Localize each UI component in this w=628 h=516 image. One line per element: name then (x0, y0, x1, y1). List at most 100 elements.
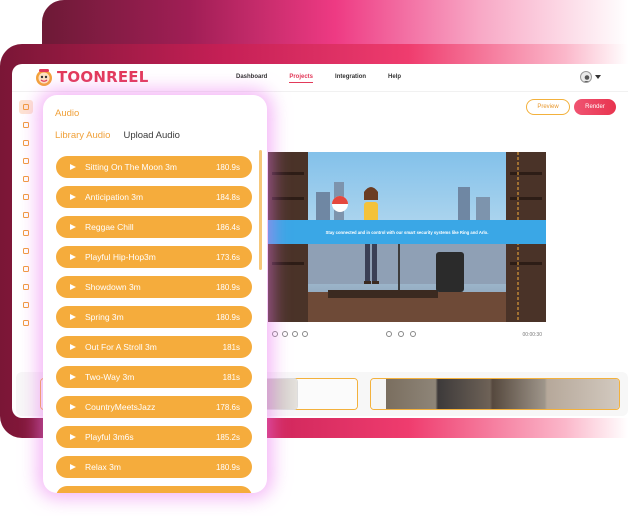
track-duration: 178.6s (215, 402, 240, 412)
track-name: Playful Hip-Hop3m (85, 252, 156, 262)
nav-projects[interactable]: Projects (289, 74, 313, 83)
chevron-down-icon (595, 75, 601, 79)
edit-tools (272, 331, 308, 337)
link-icon (23, 248, 29, 254)
audio-track[interactable]: Anticipation 3m 184.8s (56, 186, 252, 208)
character-icon (23, 230, 29, 236)
audio-panel: Audio Library Audio Upload Audio Sitting… (43, 95, 267, 493)
audio-track[interactable]: Sitting On The Moon 3m 180.9s (56, 156, 252, 178)
play-icon[interactable] (70, 254, 76, 260)
track-name: Showdown 3m (85, 282, 141, 292)
audio-track[interactable]: Out For A Stroll 3m 181s (56, 336, 252, 358)
delete-icon[interactable] (302, 331, 308, 337)
track-name: Relax 3m (85, 462, 121, 472)
play-icon[interactable] (70, 434, 76, 440)
audio-track[interactable]: Playful Hip-Hop3m 173.6s (56, 246, 252, 268)
transport-controls (386, 331, 416, 337)
undo-icon[interactable] (272, 331, 278, 337)
play-icon[interactable] (70, 464, 76, 470)
preview-button[interactable]: Preview (526, 99, 570, 115)
nav-dashboard[interactable]: Dashboard (236, 74, 267, 83)
tag-icon (23, 266, 29, 272)
sidebar-wand-button[interactable] (19, 208, 33, 222)
timeline-scene-clip[interactable] (370, 378, 620, 410)
scrollbar[interactable] (259, 150, 262, 270)
skip-forward-icon[interactable] (410, 331, 416, 337)
play-icon[interactable] (70, 314, 76, 320)
track-duration: 180.9s (215, 162, 240, 172)
audio-track[interactable]: Showdown 3m 180.9s (56, 276, 252, 298)
play-icon[interactable] (70, 284, 76, 290)
track-duration: 185.2s (215, 432, 240, 442)
sidebar-settings-button[interactable] (19, 298, 33, 312)
redo-icon[interactable] (282, 331, 288, 337)
caption-band[interactable]: Stay connected and in control with our s… (268, 220, 546, 244)
track-name: CountryMeetsJazz (85, 402, 156, 412)
track-name: Reggae Chill (85, 222, 134, 232)
sidebar-media-button[interactable] (19, 136, 33, 150)
sidebar-layout-button[interactable] (19, 100, 33, 114)
play-icon[interactable] (70, 374, 76, 380)
top-bar: TOONREEL Dashboard Projects Integration … (12, 64, 628, 92)
nav-help[interactable]: Help (388, 74, 401, 83)
sidebar-link-button[interactable] (19, 244, 33, 258)
video-canvas[interactable]: Stay connected and in control with our s… (268, 152, 546, 322)
audio-track[interactable]: Relax 3m 180.9s (56, 456, 252, 478)
main-nav: Dashboard Projects Integration Help (236, 74, 401, 83)
sidebar-character-button[interactable] (19, 226, 33, 240)
edit-icon (23, 194, 29, 200)
sidebar-edit-button[interactable] (19, 190, 33, 204)
play-icon[interactable] (398, 331, 404, 337)
sidebar (18, 100, 34, 330)
avatar (580, 71, 592, 83)
cut-icon[interactable] (292, 331, 298, 337)
track-duration: 173.6s (215, 252, 240, 262)
render-button[interactable]: Render (574, 99, 616, 115)
track-name: Sitting On The Moon 3m (85, 162, 177, 172)
sidebar-group-button[interactable] (19, 172, 33, 186)
settings-icon (23, 302, 29, 308)
skip-back-icon[interactable] (386, 331, 392, 337)
sidebar-tag-button[interactable] (19, 262, 33, 276)
track-name: Spring 3m (85, 312, 124, 322)
text-icon (23, 122, 29, 128)
layout-icon (23, 104, 29, 110)
sidebar-layers-button[interactable] (19, 316, 33, 330)
audio-track[interactable]: Playful 3m6s 185.2s (56, 426, 252, 448)
logo-text: TOONREEL (57, 68, 149, 86)
track-duration: 181s (222, 372, 240, 382)
caption-text: Stay connected and in control with our s… (325, 229, 489, 235)
group-icon (23, 176, 29, 182)
play-icon[interactable] (70, 344, 76, 350)
user-menu[interactable] (580, 71, 601, 83)
play-icon[interactable] (70, 194, 76, 200)
logo[interactable]: TOONREEL (34, 67, 149, 87)
track-name: Out For A Stroll 3m (85, 342, 157, 352)
audio-tabs: Library Audio Upload Audio (55, 130, 180, 141)
panel-title: Audio (55, 108, 80, 119)
nav-integration[interactable]: Integration (335, 74, 366, 83)
play-icon[interactable] (70, 164, 76, 170)
audio-track[interactable]: Spring 3m 180.9s (56, 306, 252, 328)
playback-controls: 00:00:30 (268, 328, 546, 342)
track-duration: 180.9s (215, 462, 240, 472)
tab-library-audio[interactable]: Library Audio (55, 130, 110, 141)
track-duration: 184.8s (215, 192, 240, 202)
sidebar-text-button[interactable] (19, 118, 33, 132)
sidebar-image-button[interactable] (19, 154, 33, 168)
playback-time: 00:00:30 (522, 332, 542, 338)
track-name: Two-Way 3m (85, 372, 135, 382)
audio-track[interactable]: CountryMeetsJazz 178.6s (56, 396, 252, 418)
audio-track[interactable]: Reggae Chill 186.4s (56, 216, 252, 238)
sidebar-grid-button[interactable] (19, 280, 33, 294)
audio-track-partial[interactable] (56, 486, 252, 493)
logo-mascot-icon (36, 69, 52, 86)
track-name: Anticipation 3m (85, 192, 144, 202)
track-duration: 180.9s (215, 282, 240, 292)
play-icon[interactable] (70, 224, 76, 230)
tab-upload-audio[interactable]: Upload Audio (123, 130, 180, 141)
play-icon[interactable] (70, 404, 76, 410)
audio-track[interactable]: Two-Way 3m 181s (56, 366, 252, 388)
layers-icon (23, 320, 29, 326)
grid-icon (23, 284, 29, 290)
